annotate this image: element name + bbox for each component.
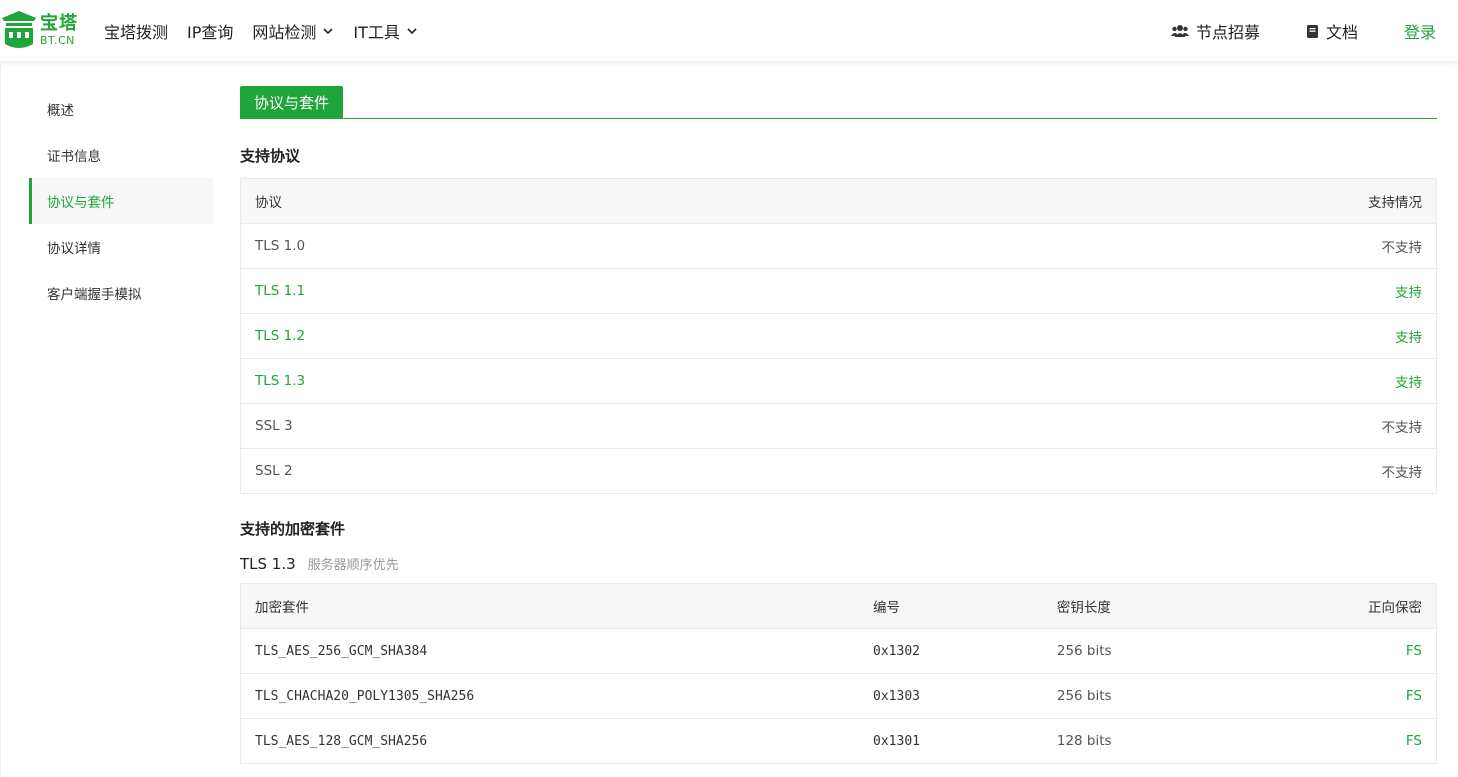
cipher-fs: FS (1242, 628, 1437, 674)
protocol-name: TLS 1.0 (240, 223, 825, 269)
table-row: TLS 1.1 支持 (240, 268, 1437, 314)
table-row: SSL 3 不支持 (240, 403, 1437, 449)
column-header-forward-secrecy: 正向保密 (1242, 583, 1437, 629)
column-header-suite: 加密套件 (240, 583, 860, 629)
protocol-name: TLS 1.1 (240, 268, 825, 314)
protocol-status: 不支持 (824, 403, 1437, 449)
sidebar-item-protocol-details[interactable]: 协议详情 (29, 224, 213, 270)
node-recruit-link[interactable]: 节点招募 (1170, 19, 1260, 43)
table-row: TLS 1.2 支持 (240, 313, 1437, 359)
nav-item-it-tools[interactable]: IT工具 (353, 19, 418, 43)
protocols-section-title: 支持协议 (240, 147, 301, 165)
cipher-order-note: 服务器顺序优先 (307, 558, 399, 573)
protocol-name: TLS 1.2 (240, 313, 825, 359)
cipher-code: 0x1301 (859, 718, 1043, 764)
nav-item-ip-lookup[interactable]: IP查询 (187, 19, 233, 43)
sidebar-item-protocols-suites[interactable]: 协议与套件 (29, 178, 213, 224)
recruit-label: 节点招募 (1195, 23, 1260, 42)
protocol-status: 不支持 (824, 223, 1437, 269)
protocols-table: 协议 支持情况 TLS 1.0 不支持 TLS 1.1 支持 TLS 1.2 支… (240, 178, 1437, 494)
nav-label: 网站检测 (252, 23, 317, 42)
cipher-suite-name: TLS_AES_128_GCM_SHA256 (240, 718, 860, 764)
cipher-suite-name: TLS_CHACHA20_POLY1305_SHA256 (240, 673, 860, 719)
table-row: TLS_AES_256_GCM_SHA384 0x1302 256 bits F… (240, 628, 1437, 674)
ciphers-table: 加密套件 编号 密钥长度 正向保密 TLS_AES_256_GCM_SHA384… (240, 583, 1437, 764)
column-header-key-length: 密钥长度 (1042, 583, 1243, 629)
cipher-bits: 256 bits (1042, 673, 1243, 719)
ciphers-section-title: 支持的加密套件 (240, 520, 346, 538)
protocol-name: SSL 3 (240, 403, 825, 449)
tower-logo-icon (2, 11, 36, 48)
nav-label: 宝塔拨测 (104, 23, 169, 42)
nav-label: IT工具 (353, 23, 400, 42)
cipher-code: 0x1302 (859, 628, 1043, 674)
protocol-status: 支持 (824, 268, 1437, 314)
table-row: TLS 1.0 不支持 (240, 223, 1437, 269)
protocol-name: SSL 2 (240, 448, 825, 494)
table-header-row: 协议 支持情况 (240, 178, 1437, 224)
protocol-status: 支持 (824, 358, 1437, 404)
protocol-status: 支持 (824, 313, 1437, 359)
logo-english-text: BT.CN (40, 34, 75, 47)
docs-label: 文档 (1325, 23, 1358, 42)
top-header: 宝塔 BT.CN 宝塔拨测 IP查询 网站检测 IT工具 节点招募 文档 登录 (0, 0, 1458, 62)
cipher-bits: 256 bits (1042, 628, 1243, 674)
docs-link[interactable]: 文档 (1306, 19, 1358, 43)
logo-chinese-text: 宝塔 (40, 13, 78, 34)
book-icon (1306, 24, 1318, 38)
sidebar: 概述 证书信息 协议与套件 协议详情 客户端握手模拟 (0, 63, 213, 777)
cipher-bits: 128 bits (1042, 718, 1243, 764)
brand-logo[interactable]: 宝塔 BT.CN (0, 9, 80, 53)
sidebar-item-handshake-sim[interactable]: 客户端握手模拟 (29, 270, 213, 316)
chevron-down-icon (407, 28, 417, 35)
cipher-code: 0x1303 (859, 673, 1043, 719)
column-header-protocol: 协议 (240, 178, 825, 224)
nav-label: IP查询 (187, 23, 234, 42)
table-row: TLS_AES_128_GCM_SHA256 0x1301 128 bits F… (240, 718, 1437, 764)
cipher-version: TLS 1.3 (240, 555, 296, 573)
cipher-version-heading: TLS 1.3 服务器顺序优先 (240, 554, 399, 573)
cipher-suite-name: TLS_AES_256_GCM_SHA384 (240, 628, 860, 674)
protocol-status: 不支持 (824, 448, 1437, 494)
table-row: TLS_CHACHA20_POLY1305_SHA256 0x1303 256 … (240, 673, 1437, 719)
sidebar-item-cert-info[interactable]: 证书信息 (29, 132, 213, 178)
protocol-name: TLS 1.3 (240, 358, 825, 404)
login-button[interactable]: 登录 (1404, 19, 1436, 43)
cipher-fs: FS (1242, 673, 1437, 719)
nav-item-dial-test[interactable]: 宝塔拨测 (104, 19, 168, 43)
table-row: TLS 1.3 支持 (240, 358, 1437, 404)
main-nav: 宝塔拨测 IP查询 网站检测 IT工具 (104, 0, 437, 62)
sidebar-item-overview[interactable]: 概述 (29, 86, 213, 132)
tab-bar: 协议与套件 (240, 86, 1437, 119)
header-actions: 节点招募 文档 登录 (1170, 0, 1458, 62)
tab-protocols-suites[interactable]: 协议与套件 (240, 86, 344, 118)
cipher-fs: FS (1242, 718, 1437, 764)
chevron-down-icon (323, 28, 333, 35)
table-header-row: 加密套件 编号 密钥长度 正向保密 (240, 583, 1437, 629)
table-row: SSL 2 不支持 (240, 448, 1437, 494)
nav-item-site-check[interactable]: 网站检测 (252, 19, 334, 43)
users-icon (1170, 25, 1189, 37)
column-header-code: 编号 (859, 583, 1043, 629)
column-header-support: 支持情况 (824, 178, 1437, 224)
